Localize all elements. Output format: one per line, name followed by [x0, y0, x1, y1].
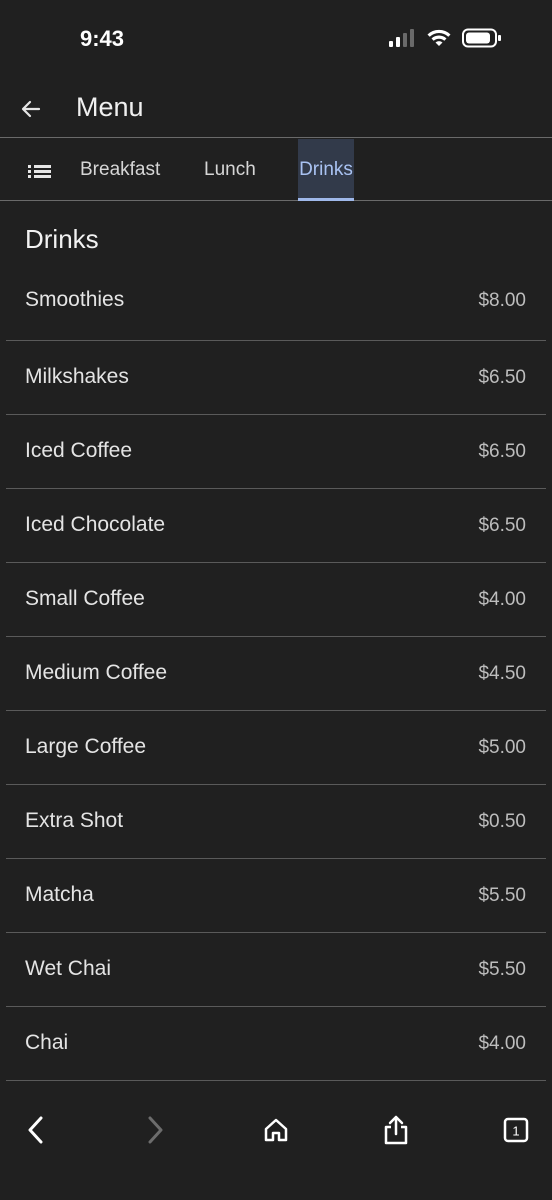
- list-item[interactable]: Iced Chocolate $6.50: [6, 489, 546, 563]
- item-name: Extra Shot: [25, 809, 124, 832]
- list-item[interactable]: Wet Chai $5.50: [6, 933, 546, 1007]
- tab-lunch[interactable]: Lunch: [204, 139, 256, 200]
- list-menu-button[interactable]: [26, 159, 54, 183]
- tab-label: Breakfast: [80, 158, 161, 180]
- home-icon: [264, 1118, 288, 1142]
- list-item[interactable]: Matcha $5.50: [6, 859, 546, 933]
- page-title: Menu: [76, 92, 144, 122]
- item-name: Large Coffee: [25, 735, 147, 758]
- browser-back-button[interactable]: [16, 1110, 56, 1150]
- share-button[interactable]: [376, 1110, 416, 1150]
- app-bar: Menu: [0, 80, 552, 138]
- arrow-left-icon: [21, 100, 41, 118]
- tab-drinks[interactable]: Drinks: [298, 139, 354, 201]
- item-name: Iced Coffee: [25, 439, 133, 462]
- item-price: $8.00: [478, 290, 526, 311]
- item-name: Matcha: [25, 883, 94, 906]
- list-item[interactable]: Large Coffee $5.00: [6, 711, 546, 785]
- list-item[interactable]: Medium Coffee $4.50: [6, 637, 546, 711]
- list-item[interactable]: Extra Shot $0.50: [6, 785, 546, 859]
- item-price: $5.00: [478, 737, 526, 758]
- item-name: Iced Chocolate: [25, 513, 166, 536]
- tab-count-icon: 1: [503, 1117, 529, 1143]
- item-name: Milkshakes: [25, 365, 129, 388]
- item-price: $6.50: [478, 367, 526, 388]
- item-name: Wet Chai: [25, 957, 111, 980]
- item-price: $5.50: [478, 885, 526, 906]
- item-name: Smoothies: [25, 288, 125, 311]
- item-price: $0.50: [478, 811, 526, 832]
- list-item[interactable]: Milkshakes $6.50: [6, 341, 546, 415]
- item-price: $4.00: [478, 1033, 526, 1054]
- status-icons: [388, 28, 502, 48]
- menu-list: Smoothies $8.00 Milkshakes $6.50 Iced Co…: [6, 264, 546, 1081]
- tab-label: Lunch: [204, 158, 256, 180]
- item-price: $4.00: [478, 589, 526, 610]
- browser-forward-button[interactable]: [135, 1110, 175, 1150]
- battery-icon: [462, 28, 501, 48]
- status-time: 9:43: [80, 26, 125, 51]
- item-name: Chai: [25, 1031, 69, 1054]
- item-price: $6.50: [478, 515, 526, 536]
- back-button[interactable]: [14, 92, 48, 126]
- list-item[interactable]: Smoothies $8.00: [6, 264, 546, 341]
- list-item[interactable]: Iced Coffee $6.50: [6, 415, 546, 489]
- status-bar: 9:43: [0, 0, 552, 80]
- wifi-icon: [427, 29, 451, 46]
- list-icon: [28, 165, 51, 178]
- item-name: Medium Coffee: [25, 661, 168, 684]
- share-icon: [384, 1115, 408, 1145]
- tab-breakfast[interactable]: Breakfast: [80, 139, 160, 200]
- chevron-right-icon: [148, 1116, 163, 1144]
- tabs-button[interactable]: 1: [496, 1110, 536, 1150]
- category-tabs: Breakfast Lunch Drinks: [0, 139, 552, 201]
- tab-count: 1: [512, 1124, 519, 1139]
- list-item[interactable]: Chai $4.00: [6, 1007, 546, 1081]
- chevron-left-icon: [28, 1116, 43, 1144]
- item-name: Small Coffee: [25, 587, 145, 610]
- item-price: $4.50: [478, 663, 526, 684]
- item-price: $5.50: [478, 959, 526, 980]
- tab-label: Drinks: [299, 158, 353, 180]
- signal-icon: [389, 29, 414, 47]
- home-button[interactable]: [256, 1110, 296, 1150]
- list-item[interactable]: Small Coffee $4.00: [6, 563, 546, 637]
- item-price: $6.50: [478, 441, 526, 462]
- bottom-toolbar: 1: [0, 1090, 552, 1200]
- section-title: Drinks: [25, 224, 99, 254]
